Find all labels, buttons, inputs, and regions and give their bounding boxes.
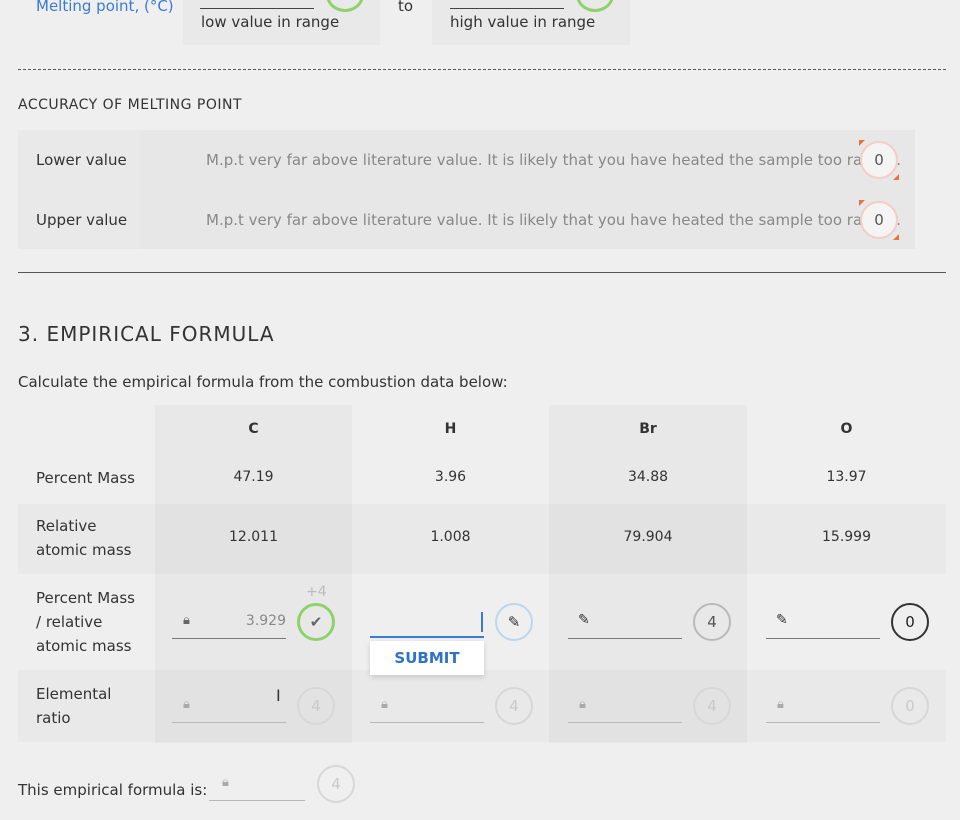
c-elemental-score: 4 (297, 687, 335, 725)
br-elemental-input (568, 722, 682, 723)
upper-value-message: M.p.t very far above literature value. I… (206, 211, 902, 229)
formula-input (209, 800, 305, 801)
lock-icon: 🔒︎ (183, 613, 190, 628)
ratio-label-1: Percent Mass (36, 589, 135, 607)
check-icon: ✔ (297, 603, 335, 641)
pencil-icon: ✎ (578, 612, 590, 628)
low-value-hint: low value in range (201, 13, 340, 31)
ram-c: 12.011 (229, 529, 278, 545)
formula-label: This empirical formula is: (18, 781, 208, 799)
o-ratio-score: 0 (891, 603, 929, 641)
accuracy-heading: ACCURACY OF MELTING POINT (18, 97, 243, 113)
c-elemental-input (172, 722, 286, 723)
ratio-label-2: / relative (36, 613, 103, 631)
o-elemental-score: 0 (891, 687, 929, 725)
elemental-ratio-label-2: ratio (36, 709, 71, 727)
upper-corner-marker-top (859, 200, 865, 206)
submit-button[interactable]: SUBMIT (370, 641, 484, 675)
dashed-divider (18, 69, 946, 70)
lower-corner-marker-top (859, 140, 865, 146)
header-c: C (248, 421, 259, 437)
formula-score: 4 (317, 765, 355, 803)
high-value-hint: high value in range (450, 13, 596, 31)
c-bonus-score: +4 (306, 584, 327, 600)
br-elemental-score: 4 (693, 687, 731, 725)
header-br: Br (639, 421, 657, 437)
lower-corner-marker-bottom (893, 174, 899, 180)
lower-value-message: M.p.t very far above literature value. I… (206, 151, 902, 169)
section-instruction: Calculate the empirical formula from the… (18, 373, 508, 391)
mouse-cursor-icon: I (276, 686, 281, 705)
c-ratio-value: 3.929 (245, 613, 286, 629)
o-ratio-input[interactable] (766, 638, 880, 639)
h-ratio-input[interactable] (370, 636, 484, 638)
ram-br: 79.904 (623, 529, 673, 545)
to-label: to (398, 0, 414, 15)
melting-point-label: Melting point, (°C) (36, 0, 174, 15)
pencil-icon: ✎ (776, 612, 788, 628)
header-h: H (444, 421, 457, 437)
h-elemental-score: 4 (495, 687, 533, 725)
ratio-label-3: atomic mass (36, 637, 132, 655)
br-ratio-input[interactable] (568, 638, 682, 639)
text-cursor (481, 612, 483, 632)
upper-corner-marker-bottom (893, 234, 899, 240)
elemental-ratio-label-1: Elemental (36, 685, 112, 703)
percent-mass-label: Percent Mass (36, 469, 135, 487)
row-elemental-ratio (18, 670, 946, 742)
percent-mass-o: 13.97 (826, 469, 867, 485)
percent-mass-h: 3.96 (434, 469, 467, 485)
low-value-input[interactable] (200, 8, 314, 9)
section-title: 3. EMPIRICAL FORMULA (18, 322, 275, 346)
section-divider (18, 272, 946, 273)
lock-icon: 🔒︎ (777, 697, 784, 712)
lock-icon: 🔒︎ (579, 697, 586, 712)
c-ratio-input (172, 638, 286, 639)
o-elemental-input (766, 722, 880, 723)
relative-atomic-mass-label-2: atomic mass (36, 541, 132, 559)
ram-h: 1.008 (430, 529, 471, 545)
ram-o: 15.999 (822, 529, 871, 545)
percent-mass-br: 34.88 (627, 469, 669, 485)
lock-icon: 🔒︎ (222, 775, 229, 790)
lock-icon: 🔒︎ (381, 697, 388, 712)
header-o: O (840, 421, 853, 437)
lower-value-label: Lower value (36, 151, 127, 169)
high-value-input[interactable] (450, 8, 564, 9)
h-elemental-input (370, 722, 484, 723)
relative-atomic-mass-label-1: Relative (36, 517, 97, 535)
percent-mass-c: 47.19 (233, 469, 274, 485)
br-ratio-score: 4 (693, 603, 731, 641)
pencil-icon[interactable]: ✎ (495, 603, 533, 641)
lock-icon: 🔒︎ (183, 697, 190, 712)
upper-value-label: Upper value (36, 211, 128, 229)
